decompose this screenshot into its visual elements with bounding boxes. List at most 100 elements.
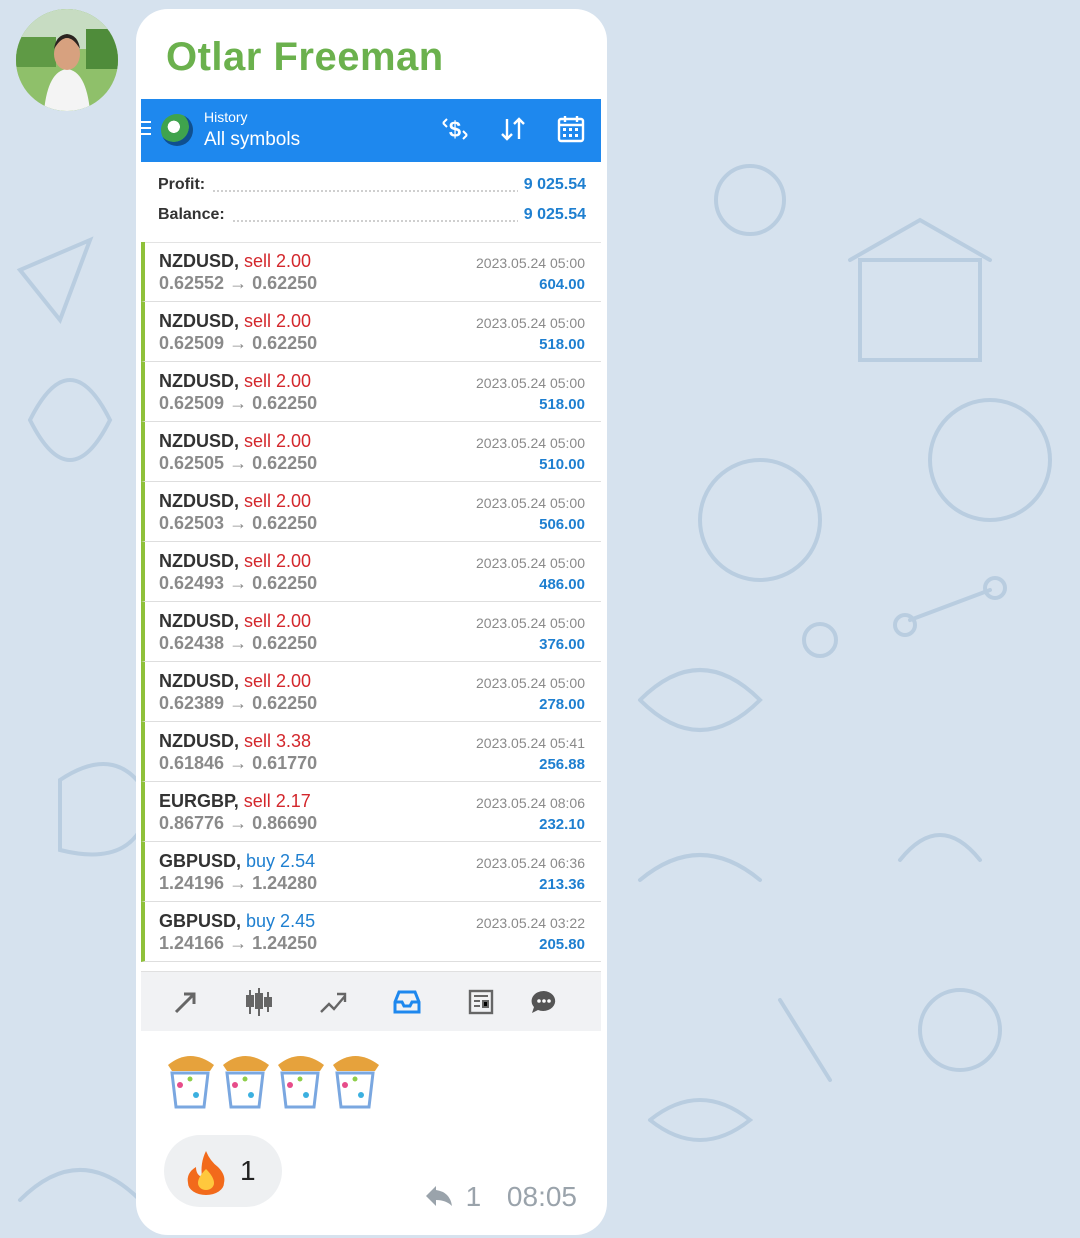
deal-side: sell 2.00 (244, 611, 312, 631)
sender-name[interactable]: Otlar Freeman (166, 35, 444, 80)
deal-prices: 0.61846 → 0.61770 (159, 753, 318, 773)
deal-symbol-name: GBPUSD, (159, 911, 242, 931)
deal-profit: 506.00 (539, 516, 585, 533)
deal-row[interactable]: NZDUSD, sell 2.00 0.62503 → 0.62250 2023.0… (141, 482, 601, 542)
balance-label: Balance: (158, 206, 231, 224)
bottom-navigation (141, 971, 601, 1031)
deal-row[interactable]: GBPUSD, buy 2.54 1.24196 → 1.24280 2023.05… (141, 842, 601, 902)
deal-side: sell 2.00 (244, 431, 312, 451)
deal-prices: 1.24196 → 1.24280 (159, 873, 318, 893)
news-icon[interactable] (465, 986, 497, 1018)
deal-profit: 486.00 (539, 576, 585, 593)
trend-icon[interactable] (317, 986, 349, 1018)
app-logo-icon (161, 114, 193, 146)
deal-symbol: NZDUSD, sell 2.00 (159, 431, 311, 452)
balance-value: 9 025.54 (517, 206, 586, 224)
account-summary: Profit: 9 025.54 Balance: 9 025.54 (141, 162, 601, 243)
trade-icon[interactable] (170, 986, 202, 1018)
deal-symbol-name: NZDUSD, (159, 431, 239, 451)
deal-side: buy 2.54 (246, 851, 316, 871)
deal-time: 2023.05.24 05:00 (476, 675, 585, 691)
deal-profit: 205.80 (539, 936, 585, 953)
deal-profit: 213.36 (539, 876, 585, 893)
deal-time: 2023.05.24 05:41 (476, 735, 585, 751)
deal-time: 2023.05.24 05:00 (476, 615, 585, 631)
deal-prices: 0.62509 → 0.62250 (159, 333, 318, 353)
avatar-photo (16, 9, 118, 111)
deal-profit: 604.00 (539, 276, 585, 293)
deal-profit: 518.00 (539, 396, 585, 413)
fire-reaction[interactable]: 1 (164, 1135, 282, 1207)
deal-time: 2023.05.24 05:00 (476, 255, 585, 271)
deal-profit: 510.00 (539, 456, 585, 473)
deal-profit: 376.00 (539, 636, 585, 653)
deal-symbol: NZDUSD, sell 2.00 (159, 671, 311, 692)
attached-screenshot[interactable]: History All symbols $ Profit: 9 025.54 B… (141, 99, 601, 1031)
reaction-count: 1 (240, 1155, 256, 1186)
deal-side: sell 2.00 (244, 551, 312, 571)
party-popper-emoji (168, 1056, 379, 1109)
deal-symbol: EURGBP, sell 2.17 (159, 791, 311, 812)
svg-text:$: $ (449, 117, 461, 142)
deal-symbol-name: NZDUSD, (159, 611, 239, 631)
deal-row[interactable]: NZDUSD, sell 2.00 0.62438 → 0.62250 2023.0… (141, 602, 601, 662)
deal-symbol: NZDUSD, sell 2.00 (159, 611, 311, 632)
message-time: 08:05 (506, 1181, 577, 1212)
deal-symbol-name: NZDUSD, (159, 731, 239, 751)
deal-side: sell 3.38 (244, 731, 312, 751)
deal-time: 2023.05.24 05:00 (476, 435, 585, 451)
deal-row[interactable]: NZDUSD, sell 2.00 0.62509 → 0.62250 2023.0… (141, 302, 601, 362)
deal-side: sell 2.00 (244, 371, 312, 391)
deal-symbol-name: NZDUSD, (159, 491, 239, 511)
deal-side: sell 2.00 (244, 671, 312, 691)
dollar-arrows-icon[interactable]: $ (439, 113, 471, 145)
deal-symbol-name: NZDUSD, (159, 551, 239, 571)
menu-icon[interactable] (141, 121, 151, 139)
deal-time: 2023.05.24 03:22 (476, 915, 585, 931)
deal-symbol-name: NZDUSD, (159, 251, 239, 271)
reply-count: 1 (465, 1181, 482, 1212)
deal-time: 2023.05.24 05:00 (476, 495, 585, 511)
message-bubble[interactable]: Otlar Freeman History All symbols $ Prof… (136, 9, 607, 1235)
message-meta: 1 08:05 (424, 1181, 577, 1213)
deal-row[interactable]: NZDUSD, sell 2.00 0.62505 → 0.62250 2023.0… (141, 422, 601, 482)
sort-icon[interactable] (497, 113, 529, 145)
chart-candles-icon[interactable] (243, 986, 275, 1018)
calendar-icon[interactable] (555, 113, 587, 145)
deal-row[interactable]: NZDUSD, sell 2.00 0.62552 → 0.62250 2023.0… (141, 242, 601, 302)
deal-row[interactable]: NZDUSD, sell 2.00 0.62493 → 0.62250 2023.0… (141, 542, 601, 602)
deal-prices: 0.62505 → 0.62250 (159, 453, 318, 473)
deal-time: 2023.05.24 05:00 (476, 375, 585, 391)
sender-avatar[interactable] (16, 9, 118, 111)
history-inbox-icon[interactable] (391, 986, 423, 1018)
deal-symbol: NZDUSD, sell 2.00 (159, 371, 311, 392)
deal-symbol: GBPUSD, buy 2.45 (159, 911, 315, 932)
header-title[interactable]: All symbols (204, 129, 300, 151)
deal-time: 2023.05.24 06:36 (476, 855, 585, 871)
deal-prices: 0.62552 → 0.62250 (159, 273, 318, 293)
deal-symbol: NZDUSD, sell 2.00 (159, 251, 311, 272)
deal-row[interactable]: GBPUSD, buy 2.45 1.24166 → 1.24250 2023.05… (141, 902, 601, 962)
deal-side: sell 2.00 (244, 491, 312, 511)
chat-icon[interactable] (528, 986, 560, 1018)
deal-profit: 518.00 (539, 336, 585, 353)
deal-time: 2023.05.24 05:00 (476, 315, 585, 331)
deal-time: 2023.05.24 08:06 (476, 795, 585, 811)
deal-symbol-name: NZDUSD, (159, 671, 239, 691)
deal-row[interactable]: NZDUSD, sell 2.00 0.62389 → 0.62250 2023.0… (141, 662, 601, 722)
deal-prices: 0.62438 → 0.62250 (159, 633, 318, 653)
deal-prices: 0.62509 → 0.62250 (159, 393, 318, 413)
deal-prices: 1.24166 → 1.24250 (159, 933, 318, 953)
deal-profit: 278.00 (539, 696, 585, 713)
app-header: History All symbols $ (141, 99, 601, 162)
deals-list[interactable]: NZDUSD, sell 2.00 0.62552 → 0.62250 2023.0… (141, 242, 601, 962)
header-subtitle: History (204, 109, 248, 125)
deal-row[interactable]: NZDUSD, sell 3.38 0.61846 → 0.61770 2023.0… (141, 722, 601, 782)
deal-row[interactable]: NZDUSD, sell 2.00 0.62509 → 0.62250 2023.0… (141, 362, 601, 422)
deal-prices: 0.62503 → 0.62250 (159, 513, 318, 533)
deal-symbol: NZDUSD, sell 2.00 (159, 551, 311, 572)
deal-prices: 0.86776 → 0.86690 (159, 813, 318, 833)
deal-row[interactable]: EURGBP, sell 2.17 0.86776 → 0.86690 2023.0… (141, 782, 601, 842)
profit-value: 9 025.54 (517, 176, 586, 194)
reply-arrow-icon[interactable] (424, 1184, 454, 1208)
